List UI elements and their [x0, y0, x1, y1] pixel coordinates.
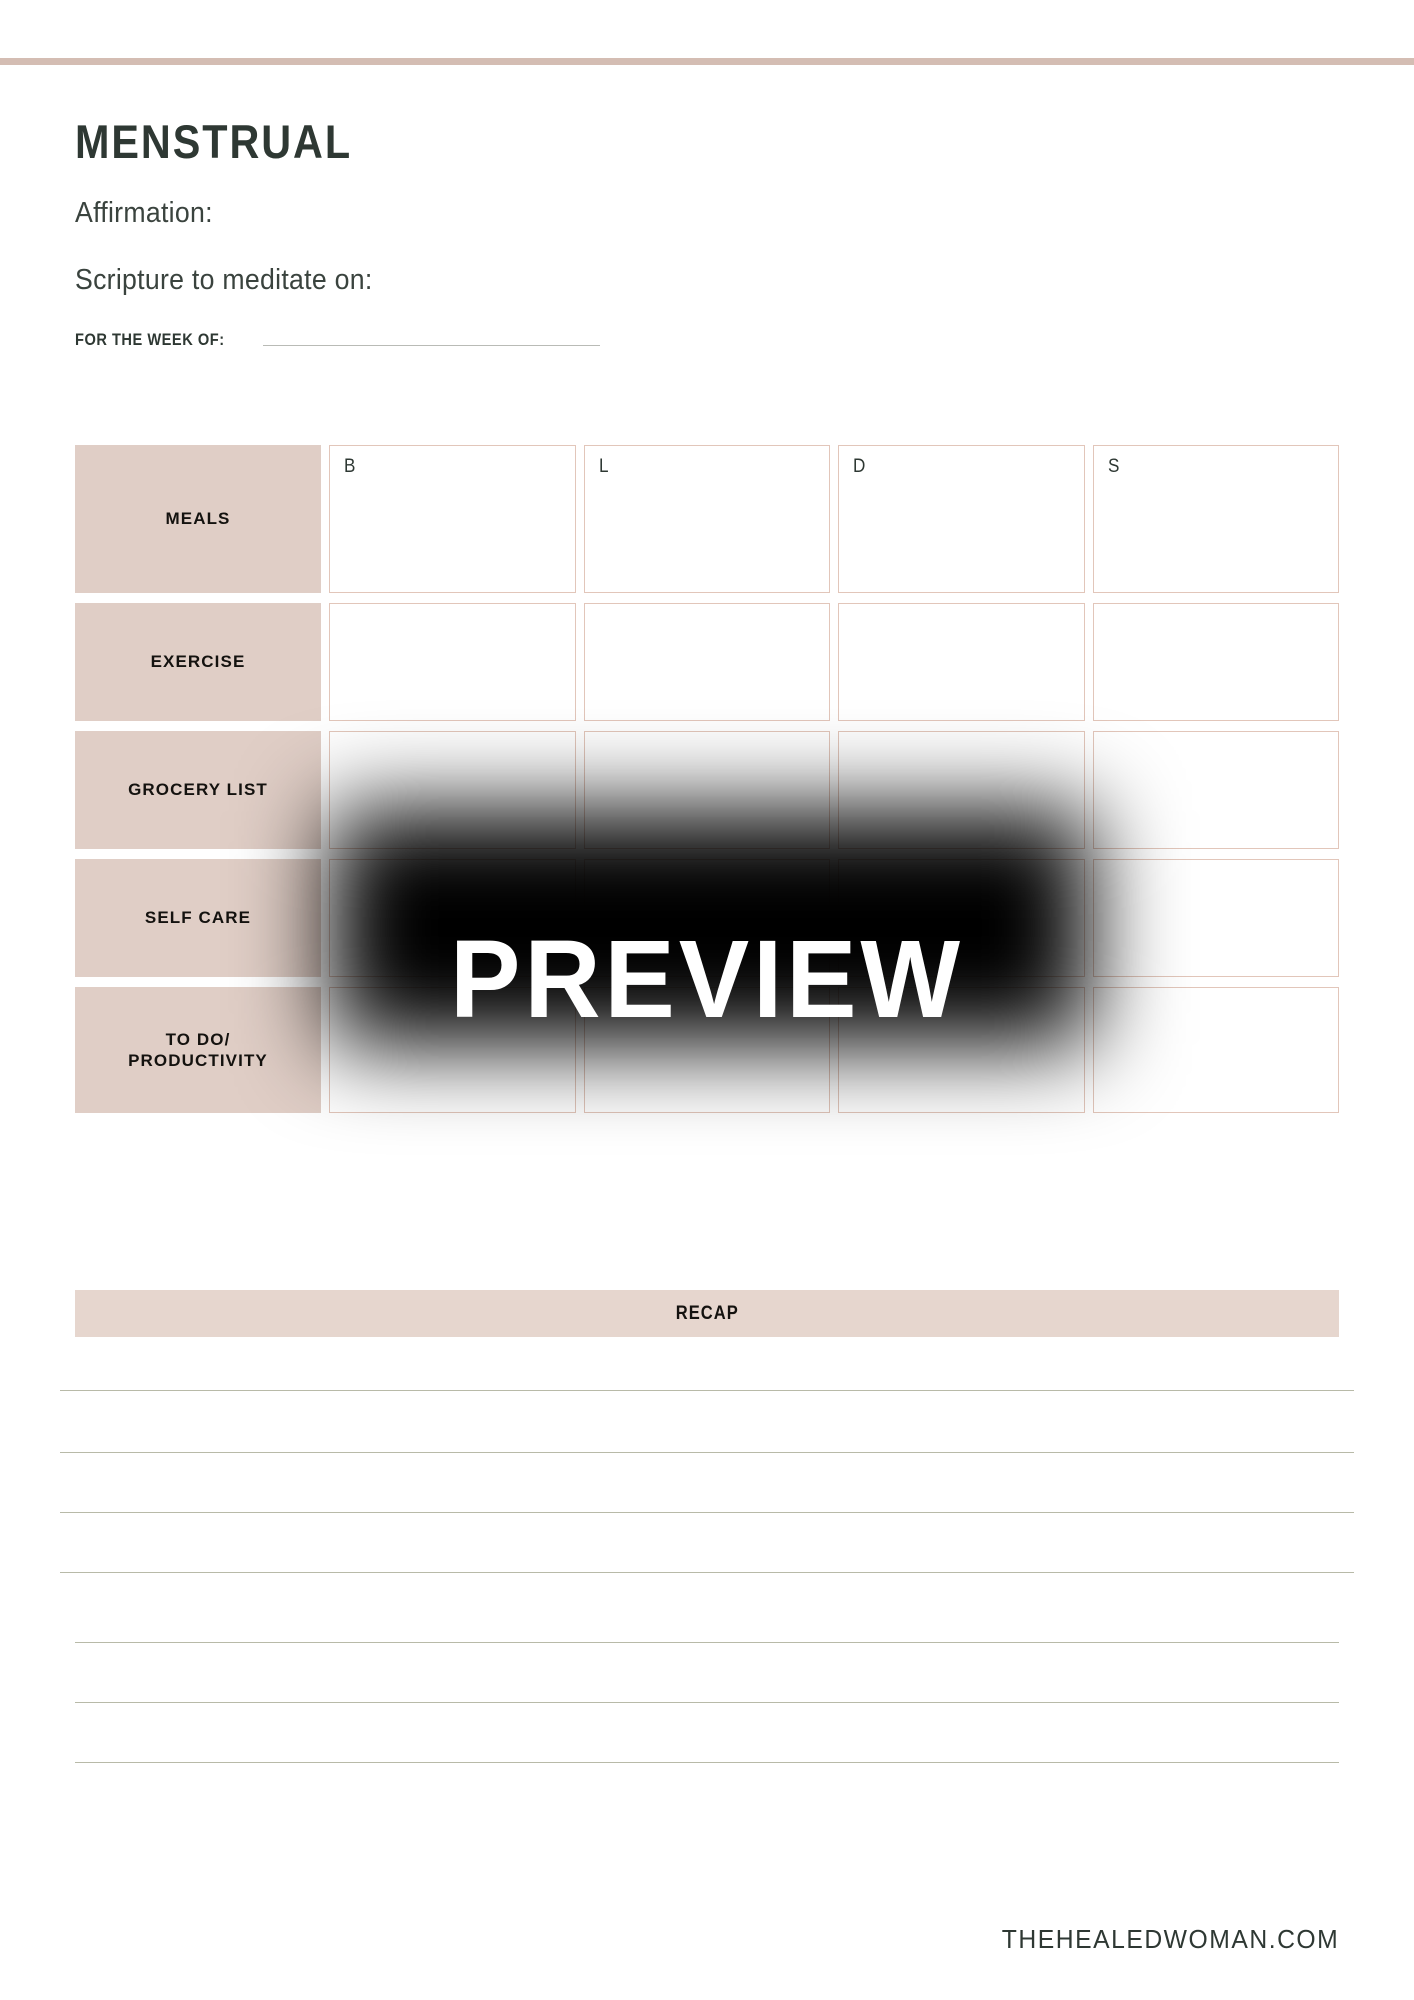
recap-line[interactable] [60, 1512, 1354, 1513]
grid-row-meals: MEALS B L D S [75, 445, 1339, 593]
grid-row-to-do-productivity: TO DO/ PRODUCTIVITY [75, 987, 1339, 1113]
self-care-cell-2[interactable] [583, 859, 830, 977]
recap-header-bar: RECAP [75, 1290, 1339, 1337]
recap-line[interactable] [60, 1452, 1354, 1453]
self-care-cell-4[interactable] [1092, 859, 1339, 977]
meals-cell-dinner[interactable]: D [838, 445, 1085, 593]
self-care-cell-1[interactable] [329, 859, 576, 977]
top-accent-rule [0, 58, 1414, 65]
row-label-to-do-line2: PRODUCTIVITY [128, 1051, 268, 1070]
page-header: MENSTRUAL Affirmation: Scripture to medi… [75, 115, 1345, 349]
planner-page: MENSTRUAL Affirmation: Scripture to medi… [0, 0, 1414, 2000]
planner-grid: MEALS B L D S EXERCISE GROCERY LIST SELF… [75, 445, 1339, 1123]
to-do-cell-1[interactable] [329, 987, 576, 1113]
week-of-row: FOR THE WEEK OF: [75, 330, 600, 350]
row-label-to-do-line1: TO DO/ [165, 1029, 231, 1049]
grid-row-grocery-list: GROCERY LIST [75, 731, 1339, 849]
to-do-cell-2[interactable] [583, 987, 830, 1113]
row-cells-exercise [321, 603, 1339, 721]
affirmation-label: Affirmation: [75, 197, 213, 229]
grocery-cell-3[interactable] [838, 731, 1085, 849]
row-label-self-care: SELF CARE [75, 859, 321, 977]
exercise-cell-4[interactable] [1092, 603, 1339, 721]
week-of-label: FOR THE WEEK OF: [75, 330, 225, 349]
to-do-cell-4[interactable] [1092, 987, 1339, 1113]
row-cells-self-care [321, 859, 1339, 977]
exercise-cell-2[interactable] [583, 603, 830, 721]
recap-line[interactable] [75, 1702, 1339, 1703]
meals-cell-lunch[interactable]: L [583, 445, 830, 593]
row-cells-meals: B L D S [321, 445, 1339, 593]
exercise-cell-1[interactable] [329, 603, 576, 721]
grocery-cell-2[interactable] [583, 731, 830, 849]
meals-cell-breakfast[interactable]: B [329, 445, 576, 593]
recap-line[interactable] [75, 1642, 1339, 1643]
row-label-exercise: EXERCISE [75, 603, 321, 721]
recap-line[interactable] [60, 1572, 1354, 1573]
row-label-meals: MEALS [75, 445, 321, 593]
cell-letter-l: L [598, 456, 609, 477]
meals-cell-snack[interactable]: S [1092, 445, 1339, 593]
cell-letter-b: B [344, 456, 356, 477]
recap-line[interactable] [75, 1762, 1339, 1763]
page-title: MENSTRUAL [75, 115, 353, 168]
row-label-grocery-list: GROCERY LIST [75, 731, 321, 849]
scripture-label: Scripture to meditate on: [75, 264, 373, 296]
recap-line[interactable] [60, 1390, 1354, 1391]
grid-row-exercise: EXERCISE [75, 603, 1339, 721]
grocery-cell-1[interactable] [329, 731, 576, 849]
recap-title: RECAP [675, 1302, 739, 1324]
footer-website: THEHEALEDWOMAN.COM [1001, 1924, 1339, 1954]
cell-letter-d: D [853, 456, 866, 477]
row-cells-to-do-productivity [321, 987, 1339, 1113]
self-care-cell-3[interactable] [838, 859, 1085, 977]
grocery-cell-4[interactable] [1092, 731, 1339, 849]
week-of-input[interactable] [262, 345, 600, 346]
cell-letter-s: S [1107, 456, 1119, 477]
row-cells-grocery-list [321, 731, 1339, 849]
exercise-cell-3[interactable] [838, 603, 1085, 721]
grid-row-self-care: SELF CARE [75, 859, 1339, 977]
to-do-cell-3[interactable] [838, 987, 1085, 1113]
row-label-to-do-productivity: TO DO/ PRODUCTIVITY [75, 987, 321, 1113]
